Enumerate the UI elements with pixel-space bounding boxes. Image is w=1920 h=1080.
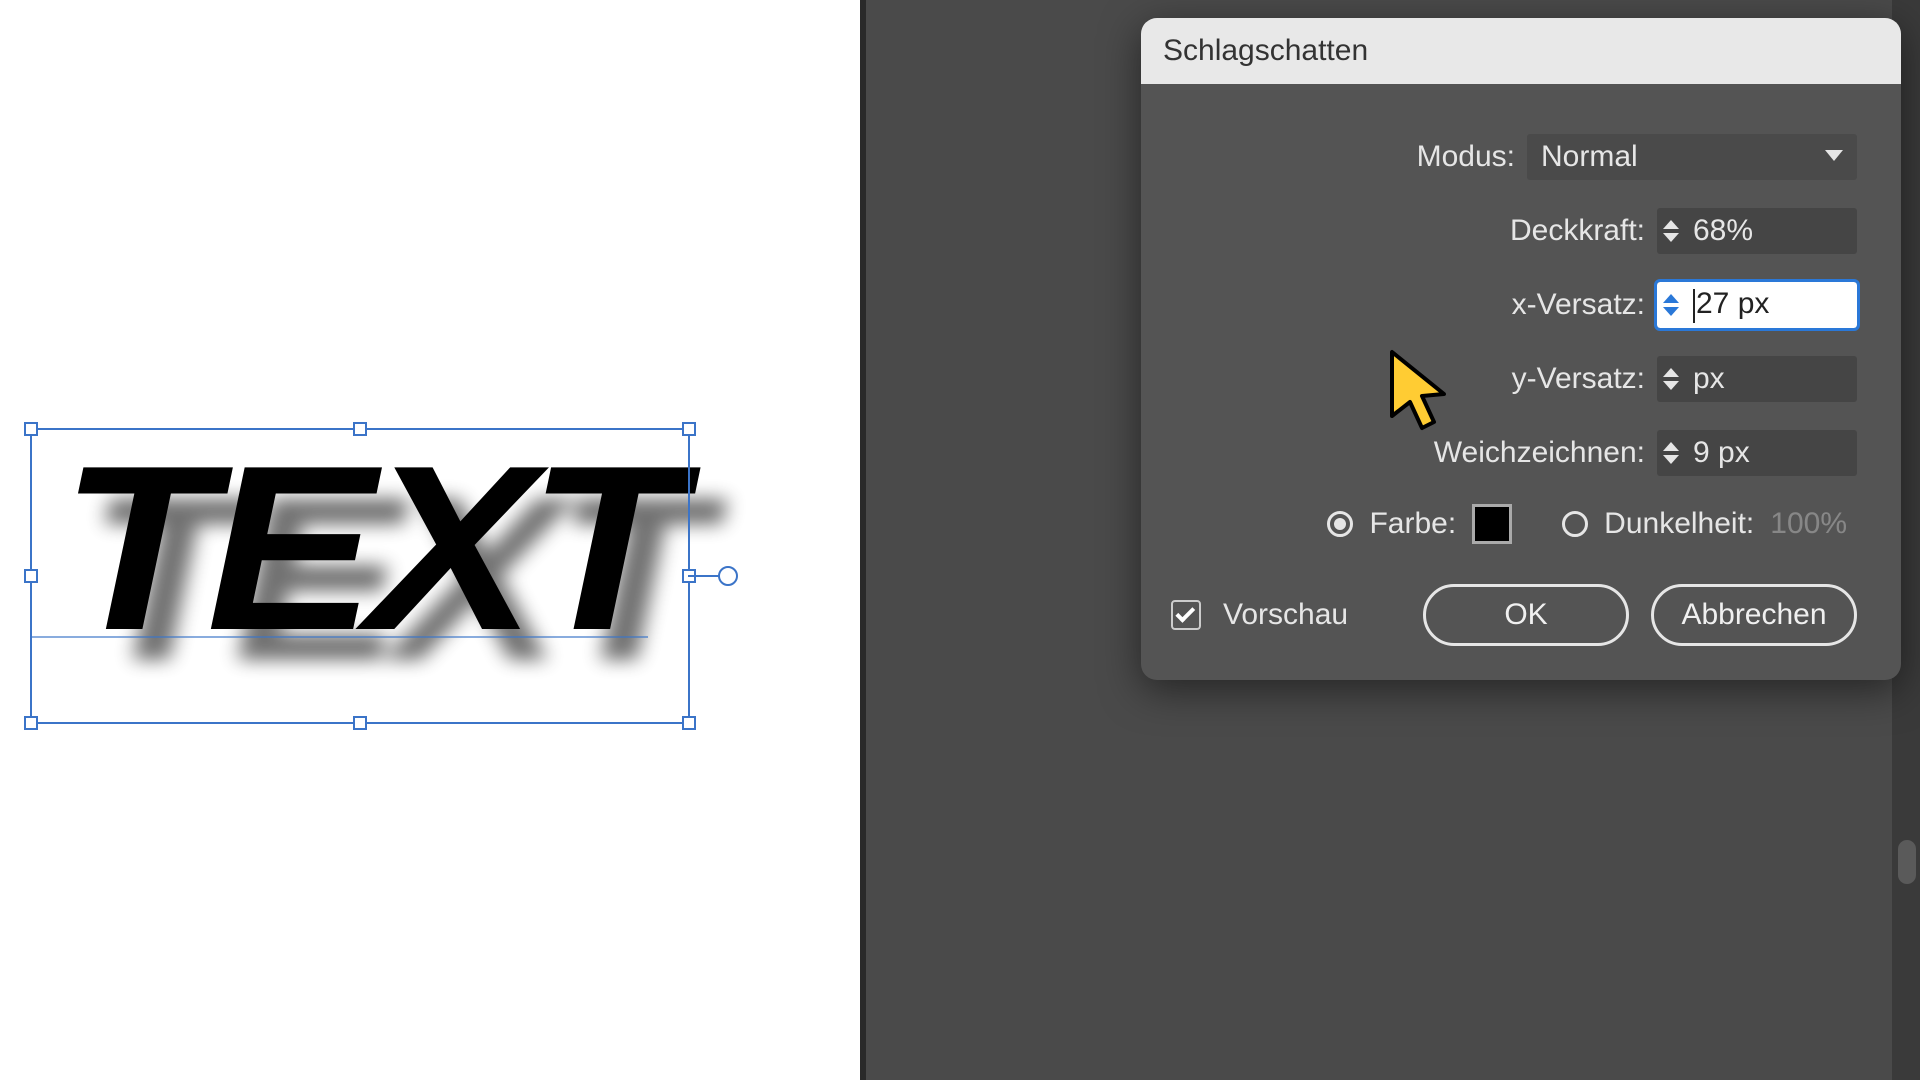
xoffset-label: x-Versatz: [1512, 288, 1645, 322]
canvas-area[interactable]: TEXT TEXT [0, 0, 860, 1080]
drop-shadow-dialog: Schlagschatten Modus: Normal Deckkraft: [1141, 18, 1901, 680]
opacity-label: Deckkraft: [1510, 214, 1645, 248]
dialog-title: Schlagschatten [1141, 18, 1901, 84]
opacity-field[interactable]: 68% [1657, 208, 1857, 254]
stepper-down-icon [1663, 307, 1679, 316]
stepper-down-icon [1663, 455, 1679, 464]
stepper-up-icon [1663, 442, 1679, 451]
blur-field[interactable]: 9 px [1657, 430, 1857, 476]
checkmark-icon [1175, 603, 1195, 623]
stepper-down-icon [1663, 233, 1679, 242]
chevron-down-icon [1825, 150, 1843, 161]
stepper-down-icon [1663, 381, 1679, 390]
mode-label: Modus: [1417, 140, 1515, 174]
text-caret [1693, 289, 1695, 323]
text-object[interactable]: TEXT TEXT [30, 430, 690, 722]
yoffset-value[interactable]: px [1685, 362, 1857, 396]
xoffset-field[interactable]: 27 px [1657, 282, 1857, 328]
text-baseline [30, 636, 648, 638]
mode-dropdown[interactable]: Normal [1527, 134, 1857, 180]
darkness-label: Dunkelheit: [1604, 507, 1754, 541]
xoffset-value[interactable]: 27 px [1685, 287, 1857, 322]
ok-button[interactable]: OK [1423, 584, 1629, 646]
color-swatch[interactable] [1472, 504, 1512, 544]
xoffset-stepper[interactable] [1657, 282, 1685, 328]
blur-stepper[interactable] [1657, 430, 1685, 476]
blur-label: Weichzeichnen: [1434, 436, 1645, 470]
blur-value[interactable]: 9 px [1685, 436, 1857, 470]
color-radio[interactable] [1327, 511, 1353, 537]
stepper-up-icon [1663, 220, 1679, 229]
rotation-handle[interactable] [718, 566, 738, 586]
mode-value: Normal [1541, 140, 1638, 174]
preview-checkbox[interactable] [1171, 600, 1201, 630]
side-panel-area: Schlagschatten Modus: Normal Deckkraft: [860, 0, 1920, 1080]
scrollbar-thumb[interactable] [1898, 840, 1916, 884]
stepper-up-icon [1663, 294, 1679, 303]
yoffset-stepper[interactable] [1657, 356, 1685, 402]
text-content: TEXT [60, 430, 674, 665]
opacity-stepper[interactable] [1657, 208, 1685, 254]
radio-selected-icon [1334, 518, 1346, 530]
preview-label: Vorschau [1223, 598, 1348, 632]
yoffset-field[interactable]: px [1657, 356, 1857, 402]
color-label: Farbe: [1369, 507, 1456, 541]
cancel-button[interactable]: Abbrechen [1651, 584, 1857, 646]
opacity-value[interactable]: 68% [1685, 214, 1857, 248]
darkness-value: 100% [1770, 507, 1847, 541]
stepper-up-icon [1663, 368, 1679, 377]
yoffset-label: y-Versatz: [1512, 362, 1645, 396]
darkness-radio[interactable] [1562, 511, 1588, 537]
